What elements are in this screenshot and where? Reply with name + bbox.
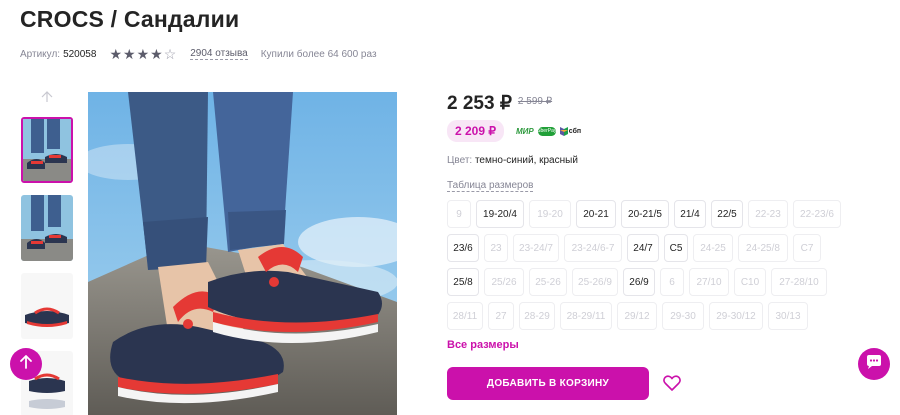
size-option-unavailable: 23 — [484, 234, 508, 262]
size-option-unavailable: 28-29 — [519, 302, 555, 330]
chat-icon — [865, 354, 883, 375]
size-option-unavailable: C7 — [793, 234, 821, 262]
size-option[interactable]: 20-21/5 — [621, 200, 669, 228]
thumbnail-1[interactable] — [21, 117, 73, 183]
size-option-unavailable: 23-24/6-7 — [564, 234, 622, 262]
size-option-unavailable: 22-23/6 — [793, 200, 841, 228]
size-option-unavailable: 24-25/8 — [738, 234, 788, 262]
size-option-unavailable: 29-30 — [662, 302, 704, 330]
size-option-unavailable: C10 — [734, 268, 766, 296]
size-option[interactable]: 26/9 — [623, 268, 655, 296]
size-option[interactable]: 22/5 — [711, 200, 743, 228]
size-row: 9 19-20/4 19-20 20-21 20-21/5 21/4 22/5 22-23 22… — [447, 200, 867, 228]
size-option-unavailable: 30/13 — [768, 302, 808, 330]
star-filled-icon: ★ — [150, 46, 163, 62]
star-filled-icon: ★ — [109, 46, 122, 62]
gallery-up-arrow-icon[interactable] — [40, 90, 54, 102]
size-option-unavailable: 25-26/9 — [572, 268, 618, 296]
size-option-unavailable: 27-28/10 — [771, 268, 827, 296]
chat-button[interactable] — [858, 348, 890, 380]
wishlist-button[interactable] — [663, 375, 681, 391]
size-row: 28/11 27 28-29 28-29/11 29/12 29-30 29-30/12 30… — [447, 302, 867, 330]
sbp-logo: сбп — [559, 126, 582, 136]
sbp-label: сбп — [568, 127, 582, 135]
scroll-to-top-button[interactable] — [10, 348, 42, 380]
main-product-photo[interactable] — [88, 92, 397, 415]
size-option[interactable]: 20-21 — [576, 200, 616, 228]
article-value: 520058 — [63, 48, 97, 60]
article-label: Артикул: — [20, 48, 61, 60]
bought-count: Купили более 64 600 раз — [260, 48, 377, 60]
price-block: 2 253 ₽ 2 599 ₽ — [447, 92, 552, 115]
size-option[interactable]: 23/6 — [447, 234, 479, 262]
thumbnail-3[interactable] — [21, 273, 73, 339]
size-option-unavailable: 9 — [447, 200, 471, 228]
size-option-unavailable: 22-23 — [748, 200, 788, 228]
wallet-price[interactable]: 2 209 ₽ — [447, 120, 504, 142]
size-selector: 9 19-20/4 19-20 20-21 20-21/5 21/4 22/5 22-23 22… — [447, 200, 867, 336]
mir-logo: МИР — [516, 126, 534, 136]
size-option[interactable]: 24/7 — [627, 234, 659, 262]
size-option-unavailable: 28/11 — [447, 302, 483, 330]
all-sizes-link[interactable]: Все размеры — [447, 339, 519, 351]
size-table-link[interactable]: Таблица размеров — [447, 180, 534, 192]
size-option-unavailable: 27/10 — [689, 268, 729, 296]
size-option-unavailable: 25-26 — [529, 268, 567, 296]
size-option-unavailable: 6 — [660, 268, 684, 296]
color-info: Цвет: темно-синий, красный — [447, 155, 578, 166]
thumbnail-2[interactable] — [21, 195, 73, 261]
add-to-cart-button[interactable]: ДОБАВИТЬ В КОРЗИНУ — [447, 367, 649, 400]
size-option-unavailable: 29-30/12 — [709, 302, 763, 330]
wallet-price-block: 2 209 ₽ МИР SberPay сбп — [447, 120, 581, 142]
reviews-link[interactable]: 2904 отзыва — [190, 48, 248, 60]
color-value: темно-синий, красный — [474, 155, 578, 166]
size-option[interactable]: 19-20/4 — [476, 200, 524, 228]
product-meta: Артикул: 520058 ★ ★ ★ ★ ☆ 2904 отзыва Купили… — [20, 47, 377, 61]
color-label: Цвет: — [447, 155, 473, 166]
size-option-unavailable: 24-25 — [693, 234, 733, 262]
star-filled-icon: ★ — [136, 46, 150, 62]
sberpay-logo: SberPay — [537, 126, 557, 136]
size-option-unavailable: 23-24/7 — [513, 234, 559, 262]
star-empty-icon: ☆ — [163, 46, 177, 62]
size-option[interactable]: 25/8 — [447, 268, 479, 296]
product-title: CROCS / Сандалии — [20, 6, 240, 32]
size-option[interactable]: 21/4 — [674, 200, 706, 228]
size-row: 25/8 25/26 25-26 25-26/9 26/9 6 27/10 C10 27-28/… — [447, 268, 867, 296]
size-option-unavailable: 29/12 — [617, 302, 657, 330]
size-option-unavailable: 19-20 — [529, 200, 571, 228]
rating-stars: ★ ★ ★ ★ ☆ — [109, 47, 177, 61]
star-filled-icon: ★ — [123, 46, 136, 62]
arrow-up-icon — [19, 354, 33, 375]
old-price: 2 599 ₽ — [517, 96, 553, 107]
size-option-unavailable: 28-29/11 — [560, 302, 612, 330]
size-option-unavailable: 27 — [488, 302, 514, 330]
size-row: 23/6 23 23-24/7 23-24/6-7 24/7 C5 24-25 24-25/8… — [447, 234, 867, 262]
heart-icon — [663, 375, 681, 395]
current-price: 2 253 ₽ — [447, 93, 512, 114]
size-option-unavailable: 25/26 — [484, 268, 524, 296]
size-option[interactable]: C5 — [664, 234, 688, 262]
